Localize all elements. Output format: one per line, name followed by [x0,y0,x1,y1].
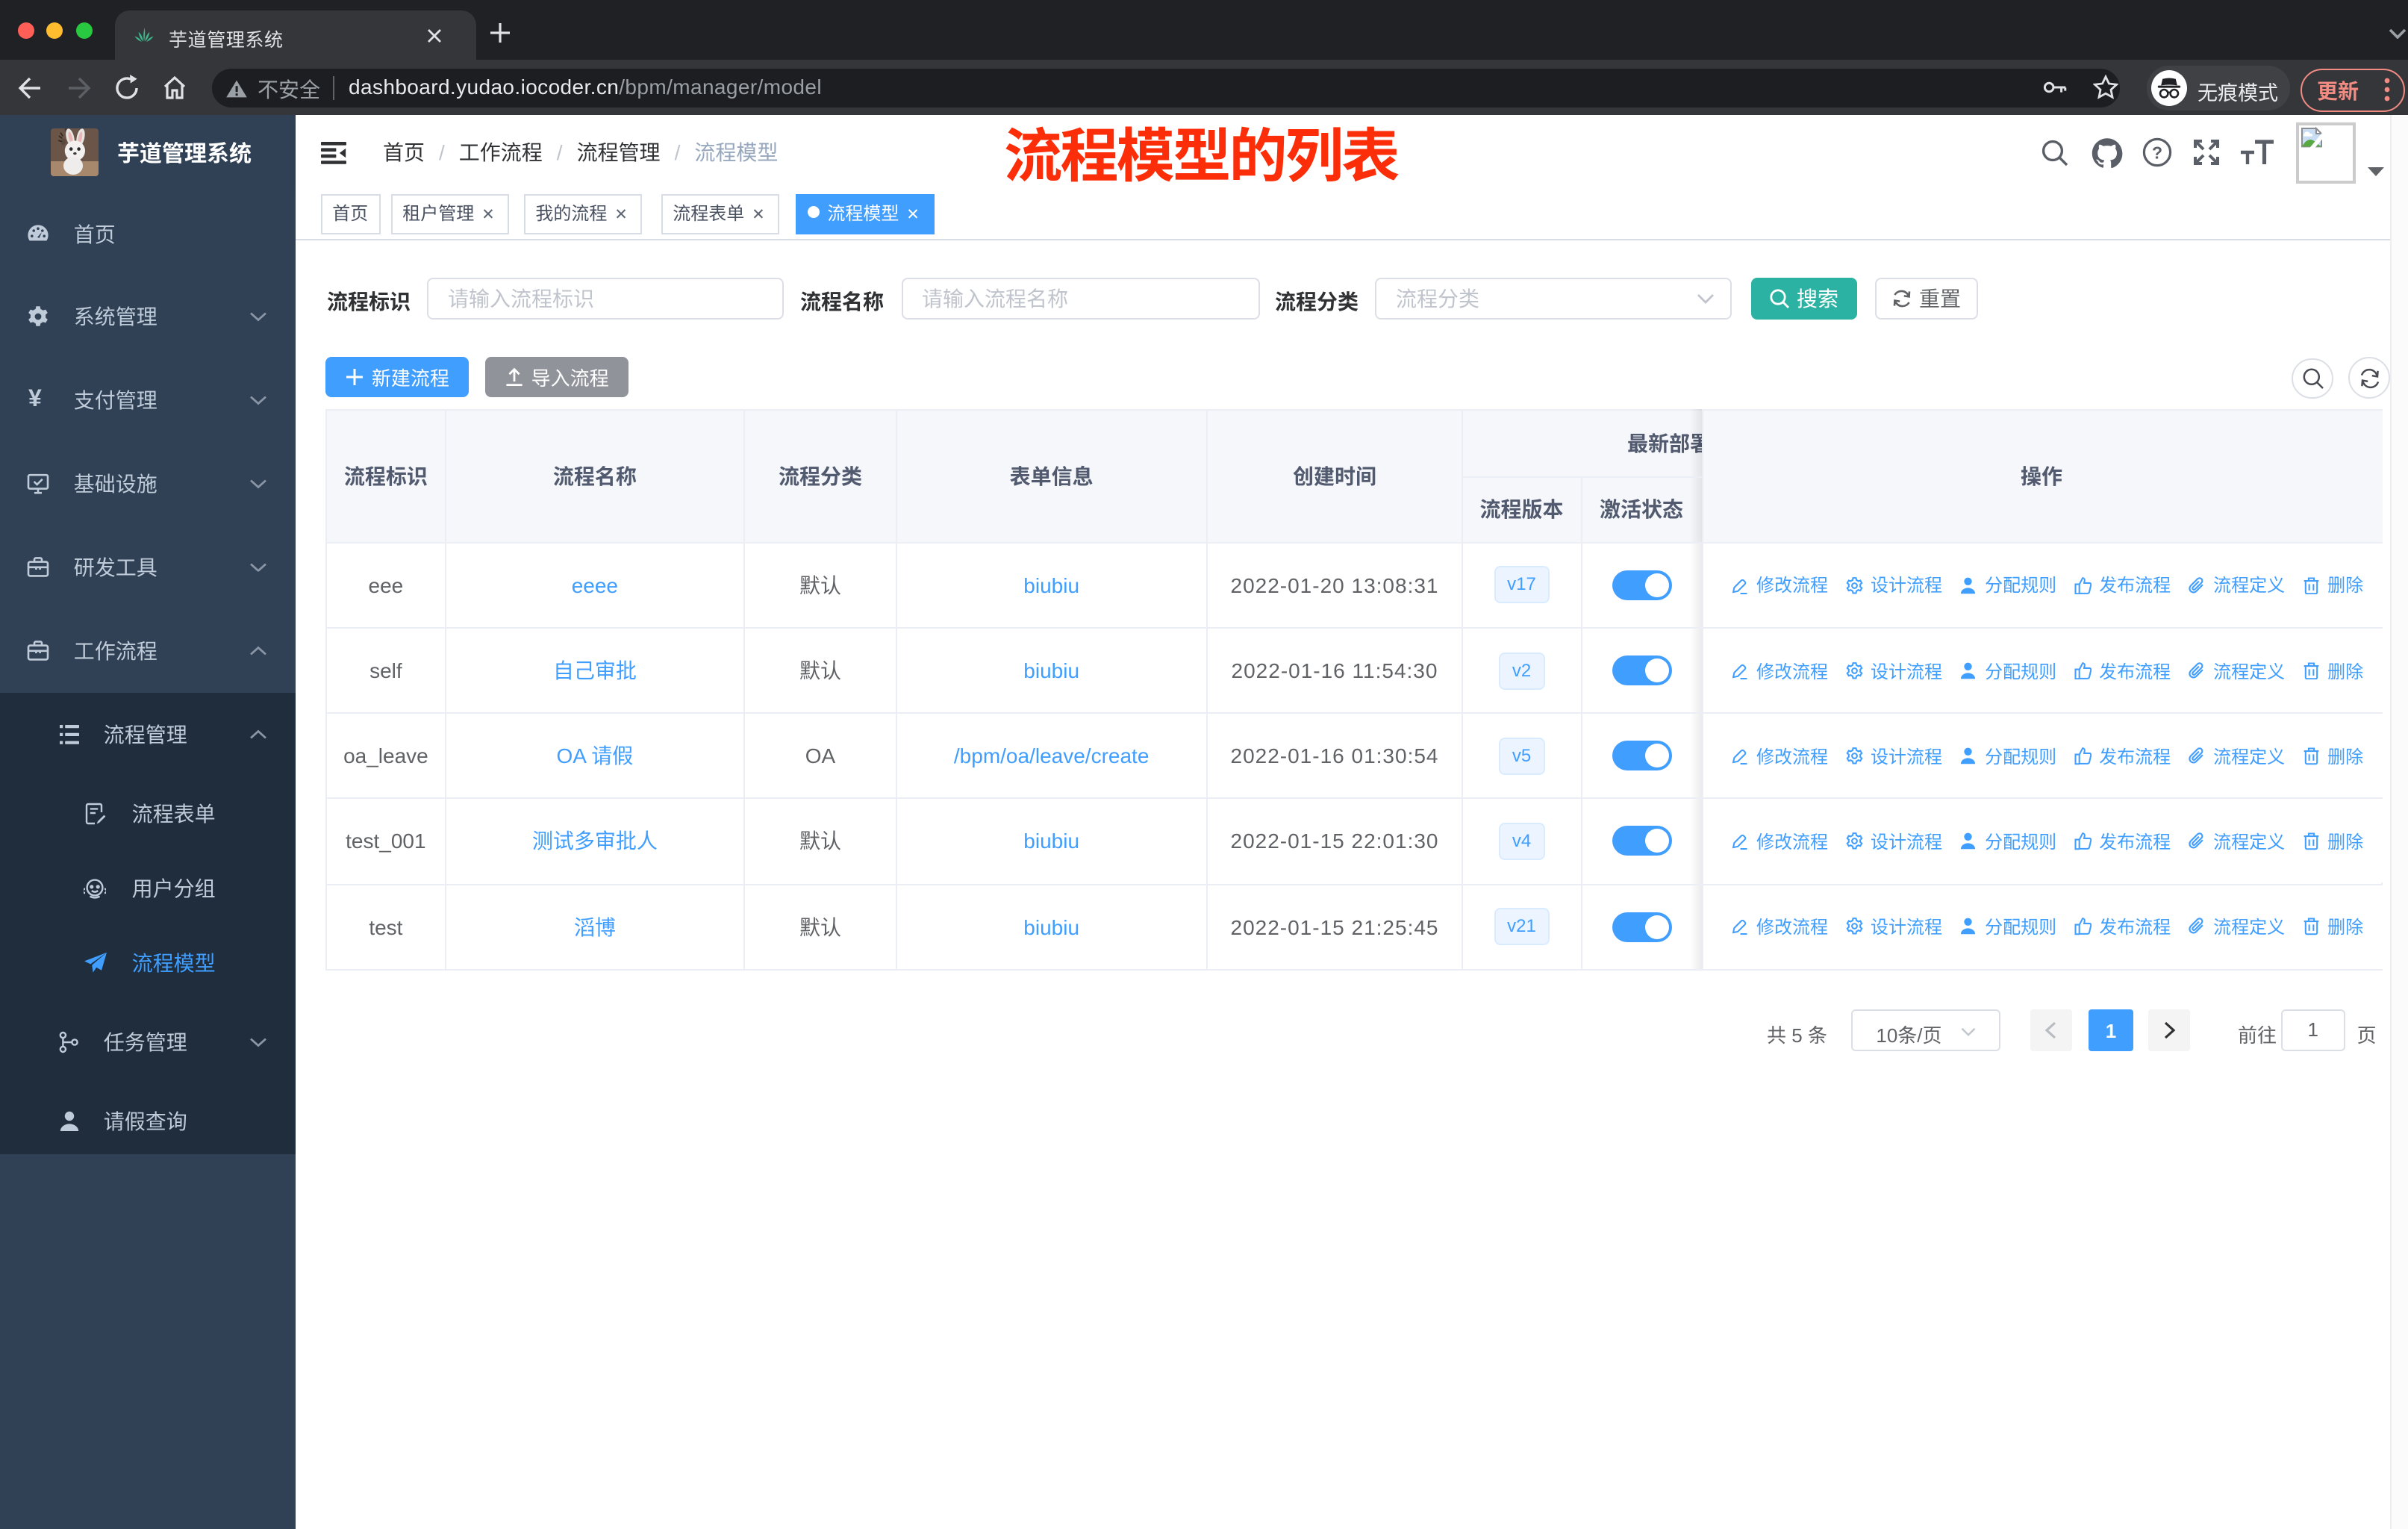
svg-text:?: ? [2151,143,2162,162]
